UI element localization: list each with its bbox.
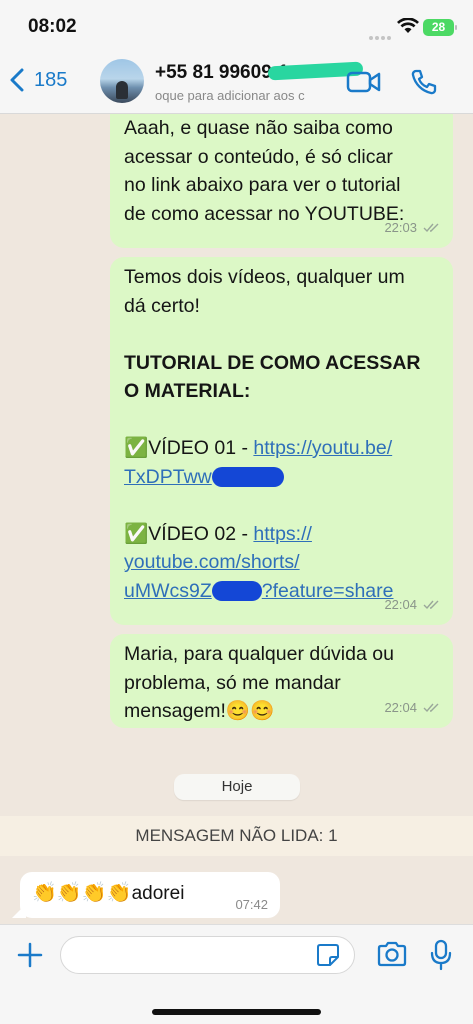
message-heading: TUTORIAL DE COMO ACESSAR — [124, 351, 421, 374]
message-line: acessar o conteúdo, é só clicar — [124, 145, 393, 168]
unread-messages-banner: MENSAGEM NÃO LIDA: 1 — [0, 816, 473, 856]
message-line: adorei — [131, 883, 185, 904]
signal-dots-icon — [369, 27, 393, 40]
composer-bar — [0, 924, 473, 1024]
contact-avatar[interactable] — [100, 59, 144, 103]
message-text: 👏👏👏👏adorei — [32, 879, 184, 908]
incoming-message[interactable]: 👏👏👏👏adorei 07:42 — [12, 872, 280, 918]
double-check-icon — [423, 600, 439, 609]
video-2-line-cont: uMWcs9Z ?feature=share — [124, 577, 421, 606]
phone-icon[interactable] — [410, 68, 438, 96]
wifi-icon — [397, 18, 419, 33]
message-line: Temos dois vídeos, qualquer um — [124, 266, 405, 288]
message-text: Temos dois vídeos, qualquer um dá certo!… — [124, 263, 421, 605]
message-text: Maria, para qualquer dúvida ou problema,… — [124, 640, 394, 726]
outgoing-message-2[interactable]: Temos dois vídeos, qualquer um dá certo!… — [110, 257, 453, 625]
redaction-scribble — [211, 581, 262, 602]
message-input[interactable] — [60, 936, 355, 974]
check-mark-emoji: ✅ — [124, 522, 149, 545]
message-meta: 22:04 — [384, 591, 441, 620]
date-separator: Hoje — [174, 774, 300, 800]
clapping-emojis: 👏👏👏👏 — [32, 882, 132, 904]
redaction-scribble — [211, 467, 284, 488]
message-line: no link abaixo para ver o tutorial — [124, 174, 401, 196]
outgoing-message-3[interactable]: Maria, para qualquer dúvida ou problema,… — [110, 634, 453, 728]
message-line: de como acessar no YOUTUBE: — [124, 202, 405, 225]
chat-header: 185 +55 81 99609-1 oque para adicionar a… — [0, 50, 473, 114]
video-1-link[interactable]: https://youtu.be/ — [253, 437, 392, 459]
video-2-line: ✅VÍDEO 02 - https:// — [124, 520, 421, 549]
video-2-link[interactable]: ?feature=share — [262, 580, 394, 602]
status-time: 08:02 — [28, 16, 77, 37]
video-1-label: VÍDEO 01 - — [148, 437, 254, 459]
message-line: dá certo! — [124, 294, 200, 317]
unread-chats-count: 185 — [34, 68, 68, 91]
message-meta: 22:03 — [384, 214, 441, 243]
battery-indicator: 28 — [423, 19, 457, 36]
outgoing-message-1[interactable]: Aaah, e quase não saiba como acessar o c… — [110, 114, 453, 248]
check-mark-emoji: ✅ — [124, 437, 149, 459]
video-2-link[interactable]: uMWcs9Z — [124, 580, 212, 602]
double-check-icon — [423, 703, 439, 712]
message-time: 22:03 — [384, 219, 417, 235]
message-meta: 07:42 — [235, 897, 268, 912]
contact-subtitle[interactable]: oque para adicionar aos c — [155, 88, 305, 103]
video-1-line-cont: TxDPTww — [124, 463, 421, 492]
back-button[interactable]: 185 — [10, 68, 67, 92]
video-1-link[interactable]: TxDPTww — [124, 466, 212, 488]
message-text: Aaah, e quase não saiba como acessar o c… — [124, 114, 404, 228]
message-line: Aaah, e quase não saiba como — [124, 117, 393, 139]
video-1-line: ✅VÍDEO 01 - https://youtu.be/ — [124, 434, 421, 463]
video-call-icon[interactable] — [346, 70, 382, 94]
message-line: Maria, para qualquer dúvida ou — [124, 643, 394, 665]
message-line: problema, só me mandar — [124, 671, 341, 694]
double-check-icon — [423, 223, 439, 232]
bubble-tail — [12, 904, 26, 918]
video-2-label: VÍDEO 02 - — [148, 522, 254, 545]
message-heading: O MATERIAL: — [124, 380, 251, 402]
status-bar: 08:02 28 — [0, 0, 473, 50]
chat-area[interactable]: Aaah, e quase não saiba como acessar o c… — [0, 114, 473, 924]
back-chevron-icon — [10, 68, 24, 92]
message-time: 22:04 — [384, 596, 417, 612]
plus-icon[interactable] — [16, 941, 44, 969]
video-2-link[interactable]: https:// — [253, 523, 312, 545]
home-indicator — [152, 1009, 321, 1015]
message-line: mensagem!😊😊 — [124, 700, 275, 722]
video-2-link[interactable]: youtube.com/shorts/ — [124, 551, 300, 573]
message-time: 07:42 — [235, 897, 268, 912]
microphone-icon[interactable] — [430, 939, 452, 971]
sticker-icon[interactable] — [316, 943, 340, 967]
message-meta: 22:04 — [384, 694, 441, 723]
camera-icon[interactable] — [376, 941, 408, 967]
message-time: 22:04 — [384, 699, 417, 715]
